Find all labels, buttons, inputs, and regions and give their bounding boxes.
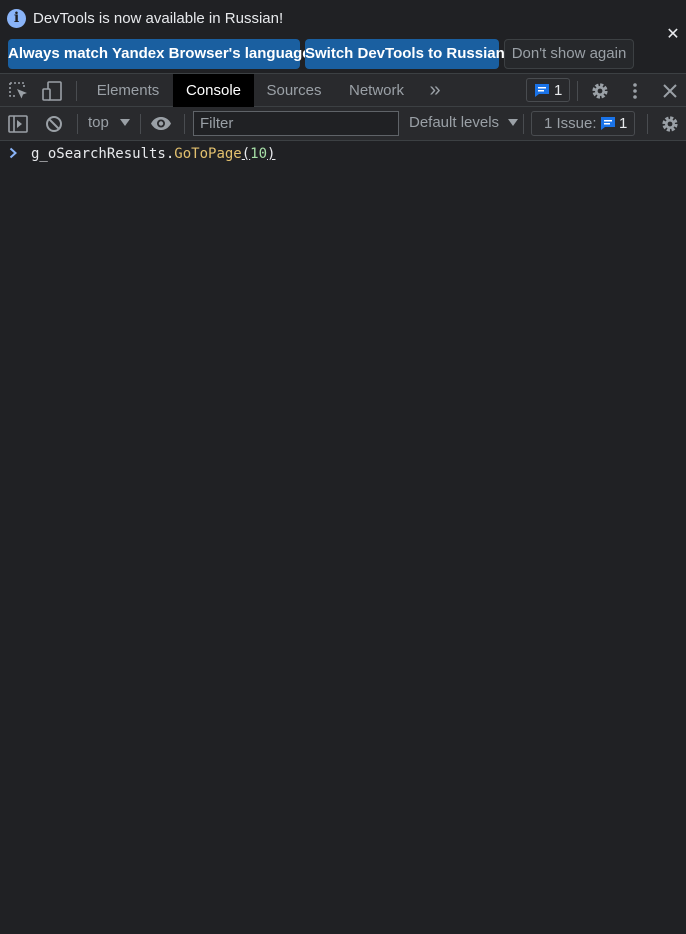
tab-console[interactable]: Console — [173, 74, 254, 107]
filter-input[interactable] — [193, 111, 399, 136]
dont-show-again-button[interactable]: Don't show again — [504, 39, 634, 69]
context-selector[interactable]: top — [88, 114, 131, 131]
toolbar-divider — [523, 114, 524, 134]
more-tabs-chevron-icon[interactable]: » — [423, 74, 447, 107]
live-expression-eye-icon[interactable] — [150, 116, 172, 131]
chevron-down-icon — [120, 119, 131, 126]
info-icon: i — [7, 9, 26, 28]
tab-elements[interactable]: Elements — [84, 74, 172, 107]
sidebar-toggle-icon[interactable] — [8, 115, 28, 133]
infobar-message: DevTools is now available in Russian! — [33, 10, 284, 27]
language-infobar: i DevTools is now available in Russian! … — [0, 0, 686, 73]
tab-sources[interactable]: Sources — [254, 74, 334, 107]
more-options-icon[interactable] — [630, 82, 640, 100]
code-object: g_oSearchResults — [31, 146, 166, 162]
message-icon — [535, 84, 549, 97]
toolbar-divider — [77, 114, 78, 134]
issues-label: 1 Issue: — [544, 115, 597, 132]
console-toolbar: top Default levels 1 Issue: 1 — [0, 107, 686, 141]
close-devtools-icon[interactable] — [663, 84, 677, 98]
code-argument: 10 — [250, 146, 268, 162]
messages-badge[interactable]: 1 — [526, 78, 570, 102]
messages-count: 1 — [554, 82, 563, 99]
toolbar-divider — [577, 81, 578, 101]
inspect-element-icon[interactable] — [9, 82, 29, 100]
device-toolbar-icon[interactable] — [42, 80, 64, 102]
switch-devtools-language-button[interactable]: Switch DevTools to Russian — [305, 39, 505, 69]
prompt-chevron-icon — [9, 147, 17, 159]
infobar-close-icon[interactable]: ✕ — [664, 26, 682, 44]
settings-gear-icon[interactable] — [590, 81, 610, 101]
toolbar-divider — [140, 114, 141, 134]
toolbar-divider — [184, 114, 185, 134]
log-levels-dropdown[interactable]: Default levels — [409, 114, 519, 131]
issues-counter-button[interactable]: 1 Issue: 1 — [531, 111, 635, 136]
issues-count: 1 — [619, 115, 628, 132]
chevron-down-icon — [508, 119, 519, 126]
toolbar-divider — [647, 114, 648, 134]
console-output[interactable]: g_oSearchResults.GoToPage(10) — [0, 141, 686, 934]
console-settings-gear-icon[interactable] — [660, 114, 680, 134]
message-icon — [601, 117, 615, 130]
console-prompt-line[interactable]: g_oSearchResults.GoToPage(10) — [0, 145, 686, 165]
code-close-paren: ) — [267, 146, 276, 162]
code-open-paren: ( — [241, 146, 251, 162]
context-selector-value: top — [88, 114, 109, 131]
tab-network[interactable]: Network — [334, 74, 419, 107]
toolbar-divider — [76, 81, 77, 101]
console-input-code[interactable]: g_oSearchResults.GoToPage(10) — [31, 146, 275, 162]
devtools-tabbar: Elements Console Sources Network » 1 — [0, 73, 686, 107]
always-match-language-button[interactable]: Always match Yandex Browser's language — [8, 39, 311, 69]
code-method: GoToPage — [174, 146, 242, 162]
clear-console-icon[interactable] — [45, 115, 63, 133]
log-levels-value: Default levels — [409, 114, 500, 131]
